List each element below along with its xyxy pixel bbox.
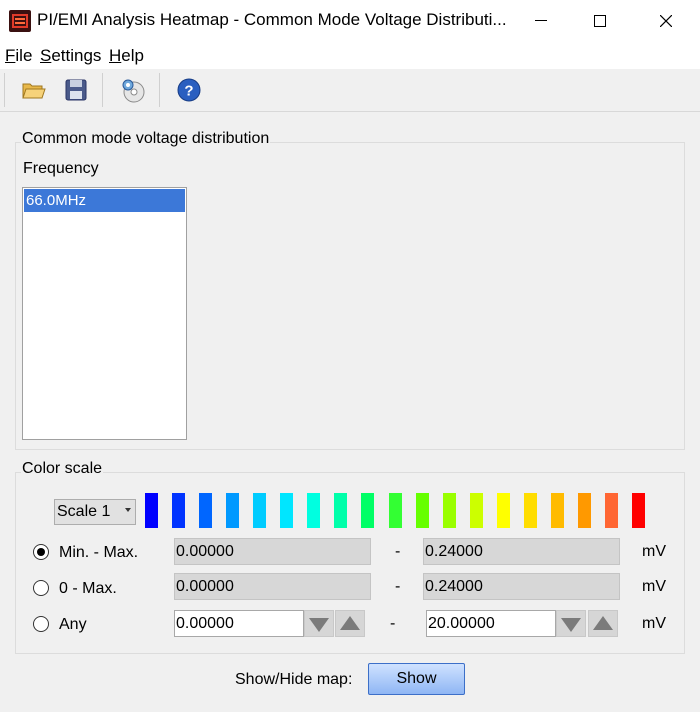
list-item[interactable]: 66.0MHz	[24, 189, 185, 212]
toolbar-separator	[4, 73, 5, 107]
scale-select[interactable]: Scale 1	[54, 499, 136, 525]
range-dash: -	[395, 543, 401, 560]
settings-button[interactable]	[120, 77, 146, 103]
color-swatch	[280, 493, 293, 528]
distribution-group-title: Common mode voltage distribution	[21, 130, 271, 148]
close-button[interactable]	[643, 0, 689, 41]
menu-bar: File Settings Help	[0, 41, 700, 69]
open-button[interactable]	[21, 77, 47, 103]
color-swatch	[605, 493, 618, 528]
color-swatch	[145, 493, 158, 528]
title-bar: PI/EMI Analysis Heatmap - Common Mode Vo…	[0, 0, 700, 41]
frequency-list[interactable]: 66.0MHz	[22, 187, 187, 440]
minmax-radio[interactable]	[33, 544, 49, 560]
any-min-increment-button[interactable]	[335, 610, 365, 637]
range-dash: -	[395, 578, 401, 595]
help-icon: ?	[177, 78, 201, 102]
color-swatch	[443, 493, 456, 528]
open-folder-icon	[22, 83, 46, 99]
help-button[interactable]: ?	[176, 77, 202, 103]
menu-settings[interactable]: Settings	[40, 46, 101, 66]
unit-label: mV	[642, 578, 666, 595]
maximize-icon	[594, 14, 606, 27]
color-swatch	[226, 493, 239, 528]
any-radio[interactable]	[33, 616, 49, 632]
color-swatch	[199, 493, 212, 528]
color-swatch	[416, 493, 429, 528]
color-swatch	[334, 493, 347, 528]
color-swatch	[632, 493, 645, 528]
scale-select-value: Scale 1	[57, 503, 111, 520]
color-swatch	[578, 493, 591, 528]
any-label: Any	[59, 616, 87, 633]
menu-file[interactable]: File	[5, 46, 32, 66]
color-swatch	[253, 493, 266, 528]
svg-text:?: ?	[184, 83, 193, 100]
toolbar-separator	[102, 73, 103, 107]
show-button[interactable]: Show	[368, 663, 465, 695]
minmax-max-field: 0.24000	[423, 538, 620, 565]
close-icon	[660, 14, 672, 27]
minmax-min-field: 0.00000	[174, 538, 371, 565]
save-icon	[65, 79, 87, 101]
color-swatch	[172, 493, 185, 528]
zero-max-radio[interactable]	[33, 580, 49, 596]
minmax-label: Min. - Max.	[59, 544, 139, 561]
menu-help[interactable]: Help	[109, 46, 144, 66]
color-swatch	[307, 493, 320, 528]
zero-max-max-field: 0.24000	[423, 573, 620, 600]
any-max-input[interactable]: 20.00000	[426, 610, 556, 637]
zero-max-min-field: 0.00000	[174, 573, 371, 600]
any-max-increment-button[interactable]	[588, 610, 618, 637]
color-swatch	[497, 493, 510, 528]
settings-disc-icon	[122, 79, 145, 103]
minimize-icon	[535, 20, 547, 21]
app-icon	[9, 10, 31, 32]
chevron-down-icon	[125, 508, 131, 512]
show-hide-label: Show/Hide map:	[235, 671, 353, 688]
zero-max-label: 0 - Max.	[59, 580, 117, 597]
unit-label: mV	[642, 615, 666, 632]
color-swatch	[470, 493, 483, 528]
toolbar: ?	[0, 69, 700, 112]
minimize-button[interactable]	[518, 0, 564, 41]
save-button[interactable]	[63, 77, 89, 103]
frequency-label: Frequency	[23, 160, 99, 177]
color-scale-group-title: Color scale	[21, 460, 104, 478]
window-title: PI/EMI Analysis Heatmap - Common Mode Vo…	[37, 10, 507, 29]
unit-label: mV	[642, 543, 666, 560]
color-swatch	[524, 493, 537, 528]
any-min-decrement-button[interactable]	[304, 610, 334, 637]
color-swatch	[551, 493, 564, 528]
toolbar-separator	[159, 73, 160, 107]
any-max-decrement-button[interactable]	[556, 610, 586, 637]
color-swatch	[389, 493, 402, 528]
any-min-input[interactable]: 0.00000	[174, 610, 304, 637]
range-dash: -	[390, 615, 396, 632]
maximize-button[interactable]	[577, 0, 623, 41]
color-swatch	[361, 493, 374, 528]
